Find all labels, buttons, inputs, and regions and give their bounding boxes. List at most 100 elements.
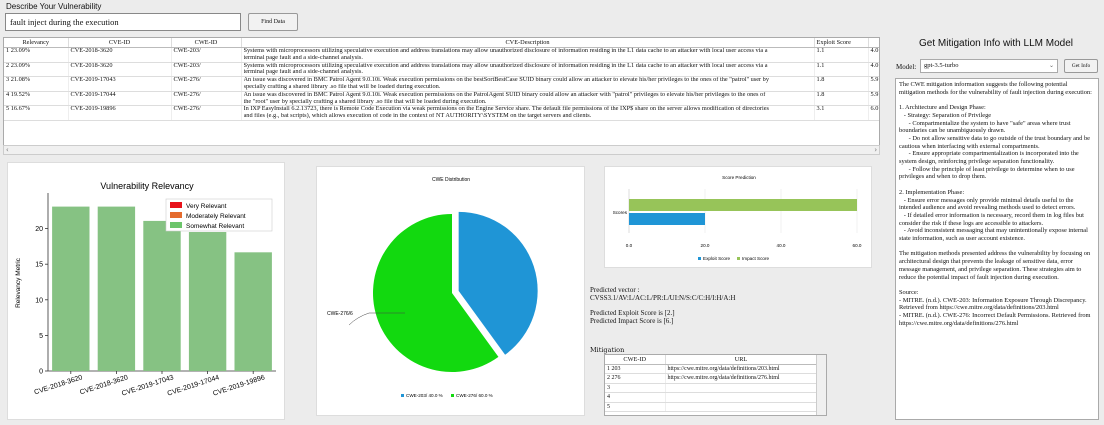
legend-label: CWE-276/ 60.0 % (456, 393, 493, 398)
mitigation-cwe-cell: 5 (605, 402, 666, 412)
mitigation-row[interactable]: 2 276 https://cwe.mitre.org/data/definiti… (605, 373, 818, 384)
y-tick-label: 20 (35, 226, 43, 233)
legend-swatch (170, 212, 182, 218)
relevancy-cell: 4 19.52% (4, 91, 69, 107)
legend-swatch (401, 394, 404, 397)
mitigation-url-cell[interactable] (665, 392, 818, 403)
model-select-value: gpt-3.5-turbo (924, 62, 959, 69)
cwe-pie-chart: CWE Distribution CWE-276/6 CWE-203/ 40.0 %… (327, 177, 538, 398)
bar-exploit-score (629, 213, 705, 225)
table-row[interactable]: 3 21.08% CVE-2019-17043 CWE-276/An issue w… (4, 76, 879, 92)
impact-score-cell: 5.9 (868, 76, 879, 92)
vulnerability-query-input[interactable]: fault inject during the execution (5, 13, 241, 31)
cve-description-cell: Systems with microprocessors utilizing s… (241, 47, 815, 63)
find-data-button[interactable]: Find Data (248, 13, 298, 31)
mitigation-url-cell[interactable] (665, 402, 818, 412)
model-label: Model: (896, 63, 917, 71)
exploit-score-cell: 1.1 (814, 62, 869, 78)
legend-label: Somewhat Relevant (186, 223, 244, 230)
cwe-id-cell: CWE-203/ (171, 62, 242, 78)
table-row[interactable]: 2 23.09% CVE-2018-3620 CWE-203/Systems wit… (4, 62, 879, 78)
model-select[interactable]: gpt-3.5-turbo ⌄ (920, 59, 1058, 73)
legend-swatch (170, 222, 182, 228)
mitigation-row[interactable]: 3 (605, 383, 818, 393)
impact-score-cell: 4.0 (868, 47, 879, 63)
mitigation-row[interactable]: 4 (605, 392, 818, 403)
cve-description-cell: In IXP EasyInstall 6.2.13723, there is R… (241, 105, 815, 121)
bar (188, 232, 227, 371)
column-header[interactable]: URL (665, 355, 818, 365)
results-table: Relevancy CVE-ID CWE-ID CVE-Description … (3, 37, 880, 155)
predicted-exploit-score: Predicted Exploit Score is [2.] (590, 309, 675, 317)
legend-swatch (170, 202, 182, 208)
cve-description-cell: Systems with microprocessors utilizing s… (241, 62, 815, 78)
predicted-vector-label: Predicted vector : (590, 286, 640, 294)
mitigation-row[interactable]: 5 (605, 402, 818, 412)
legend-label: CWE-203/ 40.0 % (406, 393, 443, 398)
x-tick-label: 60.0 (853, 243, 862, 248)
cwe-id-cell: CWE-276/ (171, 106, 242, 121)
bar (143, 220, 181, 371)
cve-description-cell: An issue was discovered in BMC Patrol Ag… (241, 76, 815, 92)
bar (97, 206, 136, 371)
chevron-down-icon: ⌄ (1048, 63, 1054, 69)
legend-label: Moderately Relevant (186, 213, 246, 220)
get-info-button[interactable]: Get Info (1064, 59, 1098, 73)
predicted-vector-value: CVSS3.1/AV:L/AC:L/PR:L/UI:N/S:C/C:H/I:H/… (590, 294, 736, 302)
legend-label: Impact Score (742, 256, 770, 261)
mitigation-cwe-cell: 3 (605, 383, 666, 393)
legend-swatch (698, 257, 701, 260)
cwe-id-cell: CWE-203/ (171, 47, 242, 63)
relevancy-cell: 1 23.09% (4, 47, 69, 63)
y-category-label: Scores (613, 210, 628, 215)
mitigation-vertical-scrollbar[interactable] (816, 355, 826, 415)
chart-title: Vulnerability Relevancy (100, 181, 194, 191)
impact-score-cell: 4.0 (868, 62, 879, 78)
relevancy-cell: 2 23.09% (4, 62, 69, 78)
scroll-right-icon[interactable]: › (874, 146, 877, 154)
bar (234, 252, 272, 371)
legend-swatch (451, 394, 454, 397)
relevancy-cell: 5 16.67% (4, 105, 69, 121)
slice-label: CWE-276/6 (327, 311, 353, 317)
mitigation-url-cell[interactable]: https://cwe.mitre.org/data/definitions/2… (665, 373, 818, 384)
mitigation-label: Mitigation (590, 346, 625, 354)
exploit-score-cell: 1.8 (814, 76, 869, 92)
impact-score-cell: 6.0 (868, 106, 879, 121)
cve-id-cell: CVE-2019-17044 (68, 91, 172, 107)
column-header[interactable]: CWE-ID (605, 355, 666, 365)
y-tick-label: 10 (35, 297, 43, 304)
cwe-id-cell: CWE-276/ (171, 76, 242, 92)
mitigation-cwe-cell: 4 (605, 392, 666, 403)
bar (52, 206, 90, 371)
score-bar-chart: Score Prediction 0.0 20.0 40.0 60.0 Scores Exp… (613, 175, 862, 261)
mitigation-url-cell[interactable]: https://cwe.mitre.org/data/definitions/2… (665, 364, 818, 374)
mitigation-cwe-cell: 2 276 (605, 373, 666, 384)
mitigation-url-cell[interactable] (665, 383, 818, 393)
relevancy-cell: 3 21.08% (4, 76, 69, 92)
score-chart-panel: Score Prediction 0.0 20.0 40.0 60.0 Scores Exp… (604, 166, 872, 268)
cve-id-cell: CVE-2019-19896 (68, 106, 172, 121)
x-tick-label: CVE-2018-3620 (34, 374, 84, 396)
cwe-chart-panel: CWE Distribution CWE-276/6 CWE-203/ 40.0 %… (316, 166, 585, 416)
y-axis-label: Relevancy Metric (15, 257, 22, 308)
table-row[interactable]: 4 19.52% CVE-2019-17044 CWE-276/An issue w… (4, 91, 879, 107)
mitigation-row[interactable]: 1 203 https://cwe.mitre.org/data/definiti… (605, 364, 818, 374)
horizontal-scrollbar[interactable]: ‹ › (3, 145, 880, 155)
exploit-score-cell: 1.1 (814, 47, 869, 63)
describe-label: Describe Your Vulnerability (6, 2, 102, 11)
table-header-row: Relevancy CVE-ID CWE-ID CVE-Description … (4, 38, 879, 48)
x-tick-label: 0.0 (626, 243, 633, 248)
cve-id-cell: CVE-2018-3620 (68, 62, 172, 78)
scroll-left-icon[interactable]: ‹ (6, 146, 9, 154)
llm-panel-title: Get Mitigation Info with LLM Model (919, 38, 1073, 49)
predicted-impact-score: Predicted Impact Score is [6.] (590, 317, 674, 325)
cwe-id-cell: CWE-276/ (171, 91, 242, 107)
llm-output-text[interactable]: The CWE mitigation information suggests … (895, 78, 1099, 420)
column-header[interactable]: CVE-Description (241, 38, 815, 48)
table-row[interactable]: 1 23.09% CVE-2018-3620 CWE-203/Systems wit… (4, 47, 879, 63)
table-row[interactable]: 5 16.67% CVE-2019-19896 CWE-276/In IXP Eas… (4, 105, 879, 121)
mitigation-header-row: CWE-ID URL (605, 355, 818, 365)
mitigation-table: CWE-ID URL 1 203 https://cwe.mitre.org/da… (604, 354, 827, 416)
exploit-score-cell: 1.8 (814, 91, 869, 107)
